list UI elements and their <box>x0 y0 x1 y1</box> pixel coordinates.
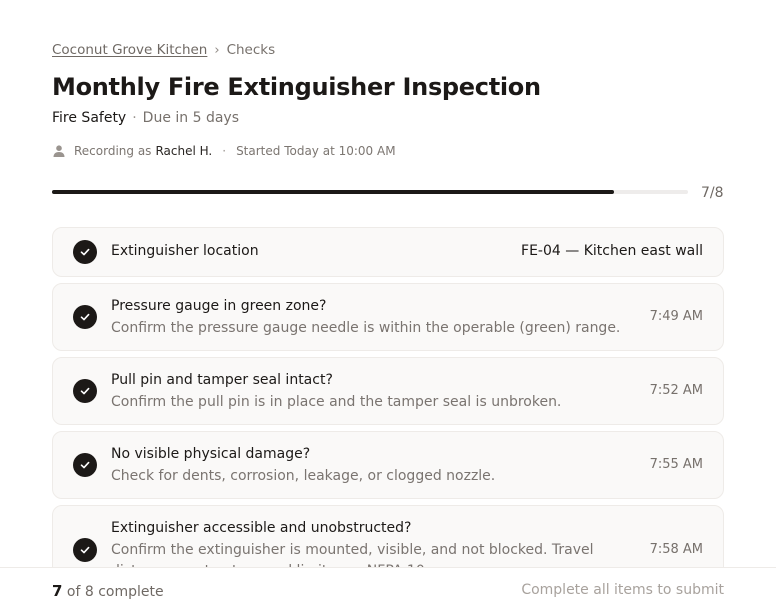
submit-button[interactable]: Complete all items to submit <box>521 582 724 598</box>
completed-suffix: of 8 complete <box>66 584 164 600</box>
checklist-item-location[interactable]: Extinguisher location FE-04 — Kitchen ea… <box>52 227 724 277</box>
check-icon[interactable] <box>73 240 97 264</box>
footer-bar: 7 of 8 complete Complete all items to su… <box>0 567 776 612</box>
item-timestamp: 7:58 AM <box>649 542 703 557</box>
breadcrumb-current: Checks <box>226 42 276 58</box>
check-icon[interactable] <box>73 453 97 477</box>
due-label: Due in 5 days <box>142 110 240 126</box>
person-icon <box>52 144 66 158</box>
item-title: Pull pin and tamper seal intact? <box>111 372 333 388</box>
meta-separator: · <box>222 144 227 158</box>
item-timestamp: 7:52 AM <box>649 383 703 398</box>
progress-bar <box>52 190 688 194</box>
category-label: Fire Safety <box>52 110 127 126</box>
checklist-item-pull-pin[interactable]: Pull pin and tamper seal intact? Confirm… <box>52 357 724 425</box>
started-time: Started Today at 10:00 AM <box>236 144 396 158</box>
recording-prefix: Recording as <box>74 144 152 158</box>
breadcrumb: Coconut Grove Kitchen › Checks <box>52 42 275 58</box>
check-icon[interactable] <box>73 538 97 562</box>
item-title: Extinguisher accessible and unobstructed… <box>111 520 412 536</box>
item-value: FE-04 — Kitchen east wall <box>521 243 703 259</box>
checklist-item-physical-damage[interactable]: No visible physical damage? Check for de… <box>52 431 724 499</box>
check-icon[interactable] <box>73 379 97 403</box>
checklist-item-pressure-gauge[interactable]: Pressure gauge in green zone? Confirm th… <box>52 283 724 351</box>
completed-count: 7 <box>52 582 63 600</box>
subtitle-separator: · <box>132 110 137 126</box>
completion-summary: 7 of 8 complete <box>52 582 164 600</box>
page-title: Monthly Fire Extinguisher Inspection <box>52 73 541 101</box>
item-timestamp: 7:49 AM <box>649 309 703 324</box>
item-title: Pressure gauge in green zone? <box>111 298 327 314</box>
item-description: Confirm the pressure gauge needle is wit… <box>111 320 621 336</box>
checklist-card: Coconut Grove Kitchen › Checks Monthly F… <box>0 0 776 612</box>
item-title: No visible physical damage? <box>111 446 311 462</box>
item-description: Confirm the pull pin is in place and the… <box>111 394 562 410</box>
progress-bar-fill <box>52 190 614 194</box>
breadcrumb-chevron-icon: › <box>214 42 220 58</box>
item-timestamp: 7:55 AM <box>649 457 703 472</box>
item-description: Check for dents, corrosion, leakage, or … <box>111 468 496 484</box>
breadcrumb-link-location[interactable]: Coconut Grove Kitchen <box>52 42 207 58</box>
recording-user-name: Rachel H. <box>155 144 213 158</box>
page-subtitle: Fire Safety · Due in 5 days <box>52 110 239 126</box>
check-icon[interactable] <box>73 305 97 329</box>
recording-meta: Recording as Rachel H. · Started Today a… <box>52 144 396 158</box>
progress-count: 7/8 <box>701 185 724 201</box>
item-title: Extinguisher location <box>111 243 259 259</box>
